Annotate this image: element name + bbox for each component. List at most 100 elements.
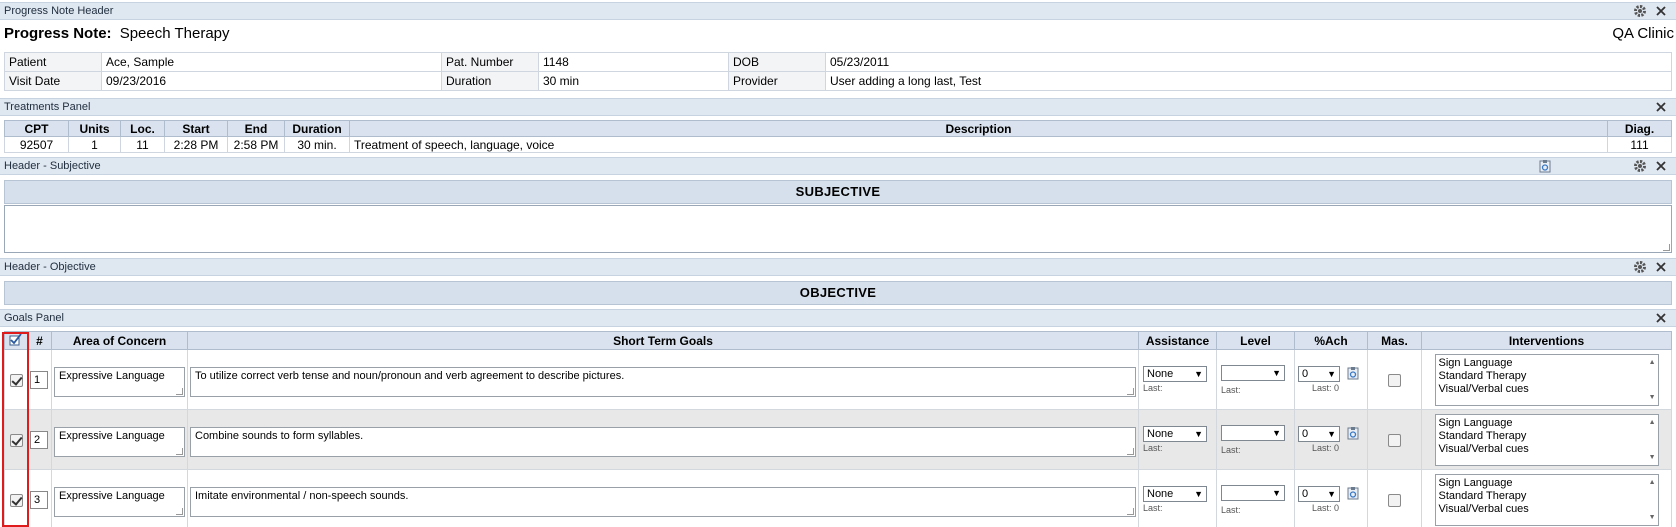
ach-select[interactable]: 0 ▼ [1298, 366, 1340, 382]
goal-row: 2 Expressive Language Combine sounds to … [4, 409, 1672, 470]
close-icon[interactable] [1654, 260, 1668, 274]
assistance-select[interactable]: None ▼ [1143, 426, 1207, 442]
goal-number-input[interactable]: 2 [30, 430, 48, 449]
objective-header-bar: Header - Objective [0, 258, 1676, 276]
chevron-down-icon: ▼ [1194, 369, 1203, 379]
goal-row: 1 Expressive Language To utilize correct… [4, 349, 1672, 410]
gear-icon[interactable] [1633, 159, 1647, 173]
duration-label: Duration [441, 71, 539, 91]
level-last: Last: [1221, 504, 1241, 515]
level-last: Last: [1221, 444, 1241, 455]
subjective-textarea[interactable] [4, 205, 1672, 253]
ach-select[interactable]: 0 ▼ [1298, 426, 1340, 442]
subjective-header-title: Header - Subjective [4, 160, 101, 172]
duration-value: 30 min [538, 71, 729, 91]
note-title: Progress Note: Speech Therapy [4, 24, 230, 44]
goals-bar: Goals Panel [0, 309, 1676, 327]
short-term-goal-field[interactable]: To utilize correct verb tense and noun/p… [190, 366, 1136, 397]
chevron-down-icon: ▼ [1194, 429, 1203, 439]
chevron-down-icon: ▼ [1327, 489, 1336, 499]
goal-text: Combine sounds to form syllables. [195, 429, 364, 442]
subjective-header-bar: Header - Subjective [0, 157, 1676, 175]
provider-value: User adding a long last, Test [825, 71, 1672, 91]
list-item[interactable]: Sign Language [1439, 477, 1655, 490]
list-item[interactable]: Standard Therapy [1439, 370, 1655, 383]
assistance-select[interactable]: None ▼ [1143, 486, 1207, 502]
area-text: Expressive Language [59, 369, 165, 382]
col-level: Level [1216, 331, 1295, 350]
table-row[interactable]: 92507 1 11 2:28 PM 2:58 PM 30 min. Treat… [4, 136, 1672, 153]
close-icon[interactable] [1654, 311, 1668, 325]
loc-cell: 11 [120, 136, 165, 153]
level-select[interactable]: ▼ [1221, 424, 1285, 441]
cpt-cell: 92507 [4, 136, 69, 153]
patnum-value: 1148 [538, 52, 729, 72]
ach-value: 0 [1302, 368, 1309, 380]
duration-cell: 30 min. [284, 136, 350, 153]
treatments-table: CPT Units Loc. Start End Duration Descri… [4, 120, 1672, 153]
clipboard-icon[interactable] [1346, 486, 1360, 500]
assistance-value: None [1147, 368, 1174, 380]
scrollbar[interactable]: ▲ ▼ [1646, 475, 1658, 525]
visit-label: Visit Date [4, 71, 102, 91]
assistance-select[interactable]: None ▼ [1143, 366, 1207, 382]
clipboard-icon[interactable] [1538, 159, 1552, 173]
scrollbar[interactable]: ▲ ▼ [1646, 355, 1658, 405]
close-icon[interactable] [1654, 159, 1668, 173]
col-cpt: CPT [4, 120, 69, 137]
col-stg: Short Term Goals [187, 331, 1139, 350]
area-of-concern-field[interactable]: Expressive Language [54, 366, 185, 397]
area-of-concern-field[interactable]: Expressive Language [54, 426, 185, 457]
goal-row: 3 Expressive Language Imitate environmen… [4, 469, 1672, 527]
list-item[interactable]: Visual/Verbal cues [1439, 503, 1655, 516]
scrollbar[interactable]: ▲ ▼ [1646, 415, 1658, 465]
area-of-concern-field[interactable]: Expressive Language [54, 486, 185, 517]
short-term-goal-field[interactable]: Imitate environmental / non-speech sound… [190, 486, 1136, 517]
col-loc: Loc. [120, 120, 165, 137]
goal-number-input[interactable]: 3 [30, 490, 48, 509]
chevron-down-icon: ▼ [1272, 367, 1281, 378]
provider-label: Provider [728, 71, 826, 91]
level-select[interactable]: ▼ [1221, 364, 1285, 381]
col-units: Units [68, 120, 121, 137]
interventions-list[interactable]: Sign Language Standard Therapy Visual/Verb… [1434, 353, 1659, 406]
col-ach: %Ach [1294, 331, 1368, 350]
level-select[interactable]: ▼ [1221, 484, 1285, 501]
list-item[interactable]: Standard Therapy [1439, 430, 1655, 443]
close-icon[interactable] [1654, 4, 1668, 18]
interventions-list[interactable]: Sign Language Standard Therapy Visual/Verb… [1434, 473, 1659, 526]
ach-select[interactable]: 0 ▼ [1298, 486, 1340, 502]
progress-header-title: Progress Note Header [4, 5, 114, 17]
list-item[interactable]: Standard Therapy [1439, 490, 1655, 503]
clipboard-icon[interactable] [1346, 426, 1360, 440]
diag-cell: 111 [1607, 136, 1672, 153]
goal-number-input[interactable]: 1 [30, 370, 48, 389]
list-item[interactable]: Visual/Verbal cues [1439, 443, 1655, 456]
area-text: Expressive Language [59, 489, 165, 502]
gear-icon[interactable] [1633, 260, 1647, 274]
clipboard-icon[interactable] [1346, 366, 1360, 380]
short-term-goal-field[interactable]: Combine sounds to form syllables. [190, 426, 1136, 457]
ach-value: 0 [1302, 428, 1309, 440]
close-icon[interactable] [1654, 100, 1668, 114]
interventions-list[interactable]: Sign Language Standard Therapy Visual/Verb… [1434, 413, 1659, 466]
mastered-checkbox[interactable] [1388, 433, 1401, 447]
chevron-down-icon: ▼ [1272, 487, 1281, 498]
mastered-checkbox[interactable] [1388, 493, 1401, 507]
progress-note-page: Progress Note Header Progress Note: Spee… [0, 0, 1676, 527]
mastered-checkbox[interactable] [1388, 373, 1401, 387]
resize-grip[interactable] [1663, 244, 1670, 251]
units-cell: 1 [68, 136, 121, 153]
list-item[interactable]: Sign Language [1439, 417, 1655, 430]
clinic-name: QA Clinic [1612, 25, 1674, 42]
col-interventions: Interventions [1421, 331, 1672, 350]
list-item[interactable]: Sign Language [1439, 357, 1655, 370]
col-start: Start [164, 120, 228, 137]
gear-icon[interactable] [1633, 4, 1647, 18]
treatments-title: Treatments Panel [4, 101, 91, 113]
note-title-label: Progress Note: [4, 25, 112, 42]
ach-value: 0 [1302, 488, 1309, 500]
ach-last: Last: 0 [1312, 503, 1340, 513]
list-item[interactable]: Visual/Verbal cues [1439, 383, 1655, 396]
subjective-section-title: SUBJECTIVE [4, 180, 1672, 204]
